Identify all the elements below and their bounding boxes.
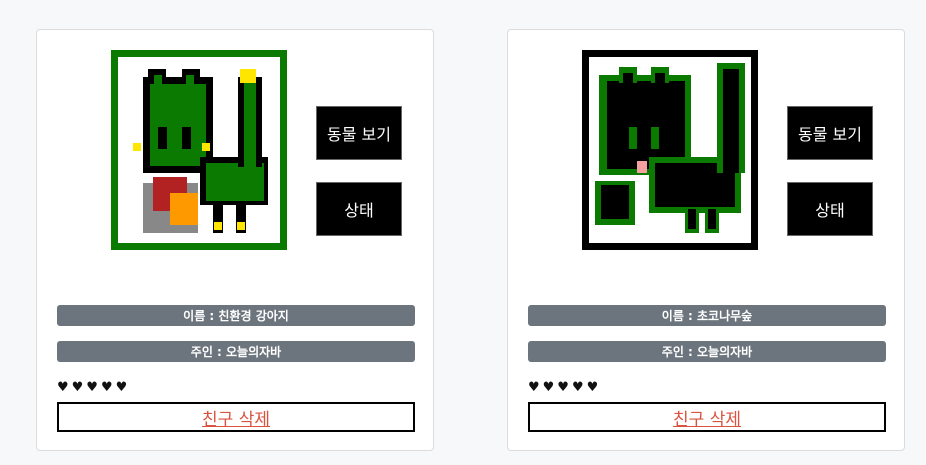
owner-label: 주인 : 오늘의자바 bbox=[57, 341, 415, 362]
view-pet-button[interactable]: 동물 보기 bbox=[316, 106, 402, 160]
pet-name-label: 이름 : 초코나무숲 bbox=[528, 305, 886, 326]
black-pixel-cat-image bbox=[595, 63, 745, 233]
heart-rating-icons: ♥♥♥♥♥ bbox=[528, 380, 602, 395]
friend-card: 동물 보기 상태 이름 : 초코나무숲 주인 : 오늘의자바 ♥♥♥♥♥ 친구 … bbox=[507, 29, 905, 451]
pet-name-label: 이름 : 친환경 강아지 bbox=[57, 305, 415, 326]
view-pet-button[interactable]: 동물 보기 bbox=[787, 106, 873, 160]
owner-label: 주인 : 오늘의자바 bbox=[528, 341, 886, 362]
pet-image bbox=[582, 50, 758, 250]
green-pixel-cat-image bbox=[133, 69, 268, 233]
friend-card: 동물 보기 상태 이름 : 친환경 강아지 주인 : 오늘의자바 ♥♥♥♥♥ 친… bbox=[36, 29, 434, 451]
status-button[interactable]: 상태 bbox=[316, 182, 402, 236]
pet-image bbox=[111, 50, 287, 250]
status-button[interactable]: 상태 bbox=[787, 182, 873, 236]
delete-friend-button[interactable]: 친구 삭제 bbox=[57, 402, 415, 432]
heart-rating-icons: ♥♥♥♥♥ bbox=[57, 380, 131, 395]
delete-friend-button[interactable]: 친구 삭제 bbox=[528, 402, 886, 432]
